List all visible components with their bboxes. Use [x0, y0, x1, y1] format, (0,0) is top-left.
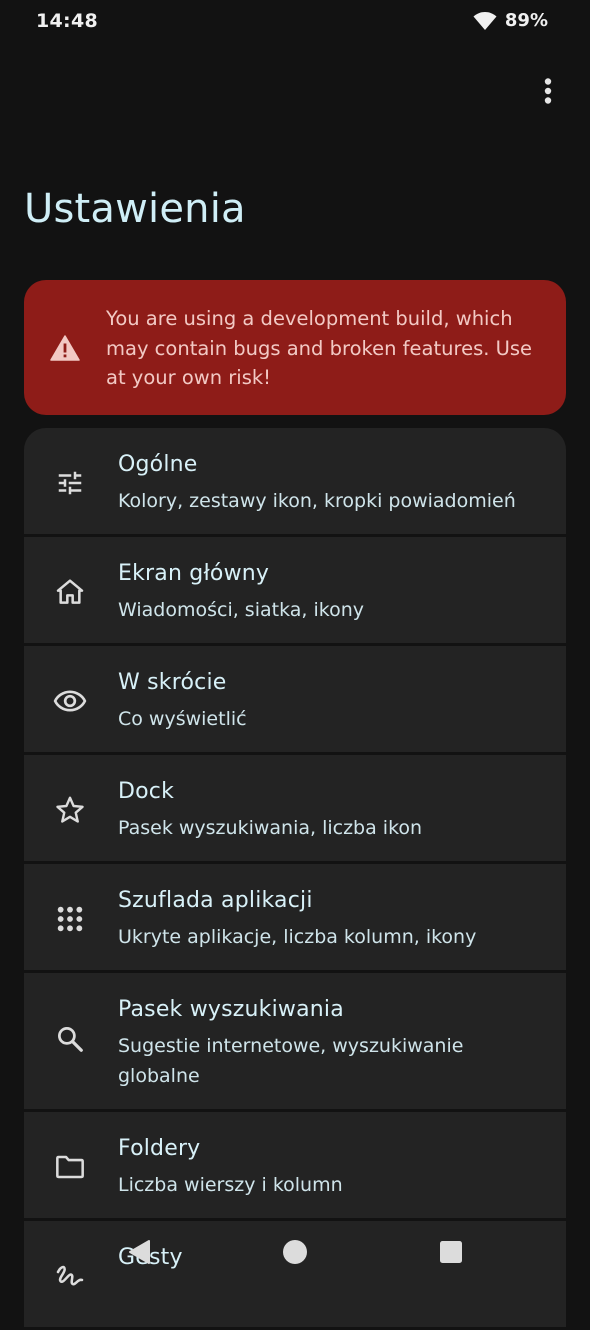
more-options-button[interactable]: [532, 74, 564, 108]
folder-icon: [52, 1149, 88, 1185]
back-triangle-icon: [129, 1240, 150, 1264]
item-subtitle: Pasek wyszukiwania, liczba ikon: [118, 817, 423, 839]
battery-level: 89%: [504, 10, 548, 31]
status-icons: 89%: [473, 10, 548, 31]
warning-icon: [50, 335, 80, 365]
settings-item-search-bar[interactable]: Pasek wyszukiwania Sugestie internetowe,…: [24, 973, 566, 1109]
wifi-icon: [473, 11, 497, 31]
recents-square-icon: [440, 1241, 462, 1263]
item-subtitle: Kolory, zestawy ikon, kropki powiadomień: [118, 490, 516, 512]
item-subtitle: Ukryte aplikacje, liczba kolumn, ikony: [118, 926, 477, 948]
item-subtitle: Co wyświetlić: [118, 708, 247, 730]
item-title: Ogólne: [118, 452, 198, 477]
back-button[interactable]: [116, 1228, 164, 1276]
more-vert-icon: [544, 78, 552, 104]
eye-icon: [52, 683, 88, 719]
search-icon: [52, 1021, 88, 1057]
item-title: Foldery: [118, 1136, 201, 1161]
settings-list: Ogólne Kolory, zestawy ikon, kropki powi…: [24, 428, 566, 1330]
item-title: Szuflada aplikacji: [118, 888, 313, 913]
home-circle-icon: [283, 1240, 307, 1264]
item-title: Ekran główny: [118, 561, 270, 586]
settings-item-app-drawer[interactable]: Szuflada aplikacji Ukryte aplikacje, lic…: [24, 864, 566, 970]
app-grid-icon: [52, 901, 88, 937]
warning-text: You are using a development build, which…: [106, 307, 533, 389]
development-build-warning: You are using a development build, which…: [24, 280, 566, 415]
home-icon: [52, 574, 88, 610]
settings-item-home-screen[interactable]: Ekran główny Wiadomości, siatka, ikony: [24, 537, 566, 643]
settings-item-dock[interactable]: Dock Pasek wyszukiwania, liczba ikon: [24, 755, 566, 861]
item-title: W skrócie: [118, 670, 227, 695]
star-icon: [52, 792, 88, 828]
settings-item-folders[interactable]: Foldery Liczba wierszy i kolumn: [24, 1112, 566, 1218]
item-subtitle: Liczba wierszy i kolumn: [118, 1174, 343, 1196]
home-button[interactable]: [271, 1228, 319, 1276]
tune-icon: [52, 465, 88, 501]
item-subtitle: Sugestie internetowe, wyszukiwanie globa…: [118, 1035, 464, 1087]
item-subtitle: Wiadomości, siatka, ikony: [118, 599, 364, 621]
settings-item-at-a-glance[interactable]: W skrócie Co wyświetlić: [24, 646, 566, 752]
item-title: Pasek wyszukiwania: [118, 997, 344, 1022]
recents-button[interactable]: [427, 1228, 475, 1276]
page-title: Ustawienia: [24, 186, 246, 232]
settings-item-general[interactable]: Ogólne Kolory, zestawy ikon, kropki powi…: [24, 428, 566, 534]
status-bar: 14:48 89%: [0, 0, 590, 44]
item-title: Dock: [118, 779, 175, 804]
status-time: 14:48: [36, 10, 98, 32]
system-navigation-bar: [0, 1224, 590, 1280]
